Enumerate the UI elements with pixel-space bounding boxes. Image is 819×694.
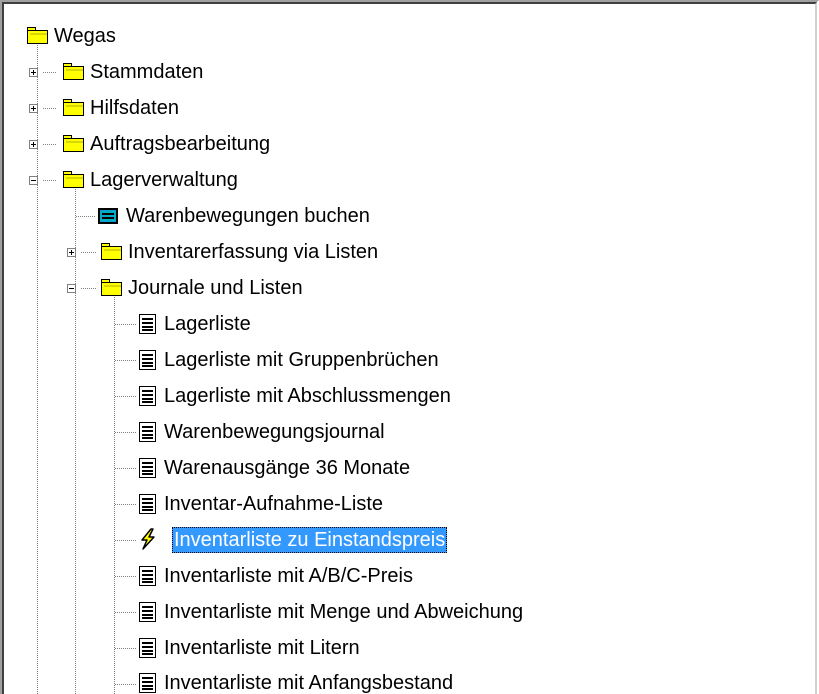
tree-connector-line (115, 360, 137, 361)
collapse-lagerverwaltung-button[interactable] (29, 176, 38, 185)
folder-icon (62, 134, 84, 152)
tree-node-label: Warenbewegungen buchen (126, 205, 370, 227)
tree-node-label: Wegas (54, 25, 116, 47)
report-icon (139, 638, 156, 658)
tree-connector-line (115, 684, 137, 685)
tree-connector-line (76, 216, 96, 217)
tree-connector-line (81, 252, 96, 253)
report-icon (139, 422, 156, 442)
folder-icon (62, 98, 84, 116)
tree-node-label: Inventarliste mit Litern (164, 637, 360, 659)
tree-connector-line (115, 468, 137, 469)
tree-node-label: Lagerliste mit Abschlussmengen (164, 385, 451, 407)
folder-icon (62, 62, 84, 80)
tree-connector-line (43, 180, 57, 181)
tree-connector-line (115, 432, 137, 433)
folder-icon (100, 242, 122, 260)
collapse-journale-button[interactable] (67, 284, 76, 293)
tree-node-label: Inventarliste mit Anfangsbestand (164, 672, 454, 694)
tree-node-label: Auftragsbearbeitung (90, 133, 271, 155)
tree-view-panel: Wegas Stammdaten Hilfsdaten Auftragsbear… (0, 0, 819, 694)
tree-node-label: Inventarliste mit A/B/C-Preis (164, 565, 413, 587)
expand-inventarerfassung-button[interactable] (67, 248, 76, 257)
expand-auftragsbearbeitung-button[interactable] (29, 140, 38, 149)
tree-connector-line (43, 144, 57, 145)
report-icon (139, 602, 156, 622)
tree-connector-line (114, 297, 115, 694)
tree-connector-line (115, 396, 137, 397)
report-icon (139, 386, 156, 406)
tree-node-label: Inventarerfassung via Listen (128, 241, 379, 263)
tree-node-label: Lagerliste (164, 313, 251, 335)
navigation-tree[interactable]: Wegas Stammdaten Hilfsdaten Auftragsbear… (0, 0, 819, 694)
report-icon (139, 314, 156, 334)
tree-node-label: Journale und Listen (128, 277, 303, 299)
tree-node-label: Warenausgänge 36 Monate (164, 457, 411, 479)
tree-node-label: Stammdaten (90, 61, 204, 83)
tree-node-label: Inventar-Aufnahme-Liste (164, 493, 384, 515)
tree-connector-line (115, 576, 137, 577)
tree-connector-line (43, 72, 57, 73)
tree-connector-line (115, 540, 137, 541)
tree-node-label: Warenbewegungsjournal (164, 421, 385, 443)
tree-node-label: Inventarliste mit Menge und Abweichung (164, 601, 524, 623)
tree-node-label: Lagerliste mit Gruppenbrüchen (164, 349, 439, 371)
tree-connector-line (81, 288, 96, 289)
report-icon (139, 458, 156, 478)
tree-connector-line (43, 108, 57, 109)
expand-hilfsdaten-button[interactable] (29, 104, 38, 113)
tree-connector-line (115, 324, 137, 325)
tree-node-label: Inventarliste zu Einstandspreis (172, 527, 448, 553)
report-icon (139, 673, 156, 693)
report-icon (139, 566, 156, 586)
tree-node-label: Lagerverwaltung (90, 169, 238, 191)
tree-connector-line (115, 504, 137, 505)
tree-connector-line (115, 612, 137, 613)
report-icon (139, 350, 156, 370)
tree-connector-line (75, 189, 76, 694)
expand-stammdaten-button[interactable] (29, 68, 38, 77)
folder-icon (26, 26, 48, 44)
report-icon (139, 494, 156, 514)
folder-icon (100, 278, 122, 296)
form-icon (98, 208, 118, 224)
tree-connector-line (115, 648, 137, 649)
tree-node-label: Hilfsdaten (90, 97, 179, 119)
folder-icon (62, 170, 84, 188)
lightning-icon (141, 528, 155, 550)
